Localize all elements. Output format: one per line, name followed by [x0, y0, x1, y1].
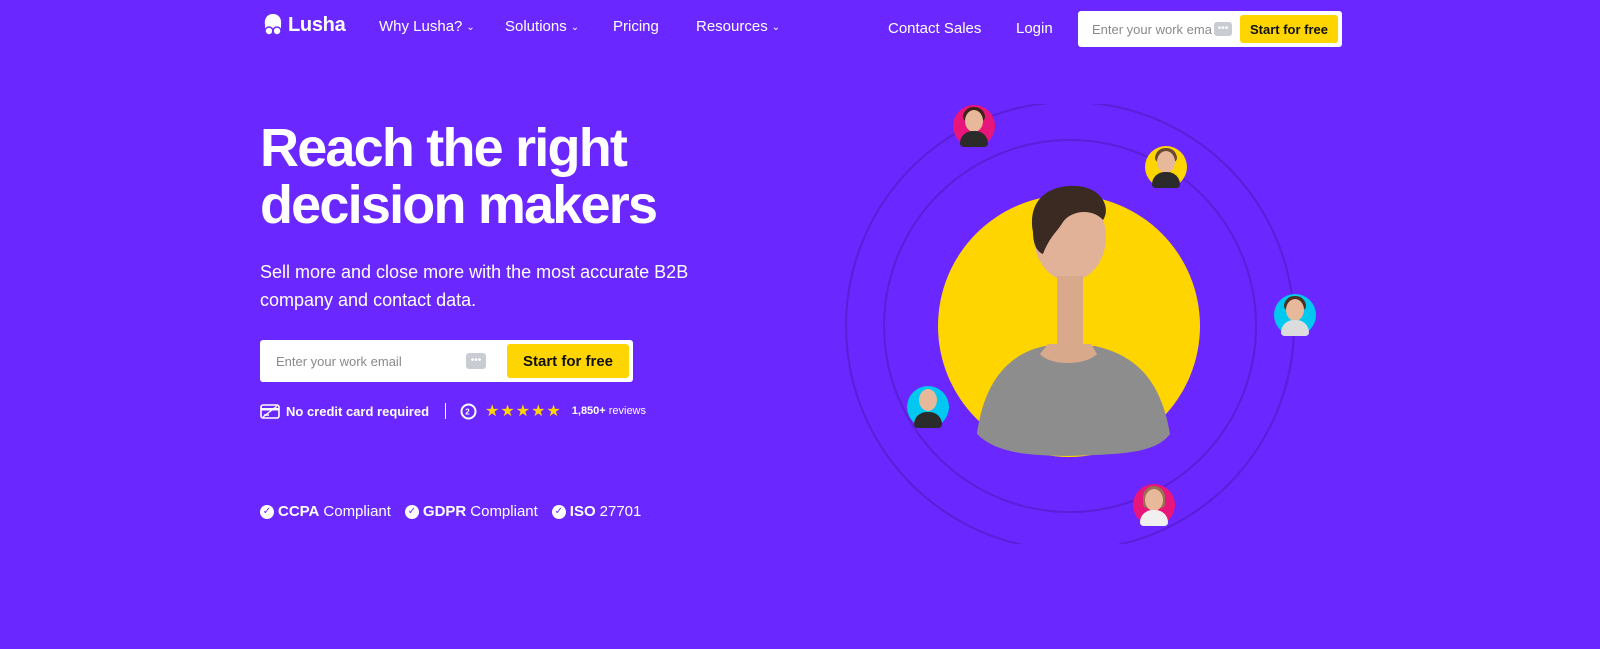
- top-nav: Lusha Why Lusha? ⌄ Solutions ⌄ Pricing R…: [0, 0, 1600, 58]
- contact-sales-link[interactable]: Contact Sales: [888, 20, 981, 37]
- headline-line-1: Reach the right: [260, 118, 628, 178]
- iso-rest: 27701: [599, 503, 642, 520]
- nav-resources-label: Resources: [696, 18, 768, 35]
- chevron-down-icon: ⌄: [771, 21, 781, 33]
- nav-pricing-label: Pricing: [613, 18, 659, 35]
- nav-solutions-label: Solutions: [505, 18, 567, 35]
- orbit-graphic: [845, 104, 1295, 544]
- check-circle-icon: ✓: [404, 504, 419, 519]
- hero-email-input[interactable]: [276, 353, 466, 369]
- hero-illustration: [845, 104, 1316, 544]
- nav-start-free-button[interactable]: Start for free: [1240, 15, 1338, 43]
- logo-text: Lusha: [288, 13, 346, 36]
- trust-row: No credit card required 2 ★★★★★ 1,850+ r…: [260, 401, 646, 421]
- ccpa-badge: ✓ CCPA Compliant: [260, 503, 391, 520]
- svg-text:2: 2: [465, 407, 470, 416]
- chevron-down-icon: ⌄: [570, 21, 580, 33]
- hero-signup-form: ••• Start for free: [260, 340, 633, 382]
- divider: [445, 403, 447, 419]
- gdpr-bold: GDPR: [422, 503, 467, 520]
- g2-logo-icon: 2: [460, 403, 477, 419]
- avatar-man-left: [907, 386, 949, 428]
- chevron-down-icon: ⌄: [466, 21, 475, 33]
- nav-resources[interactable]: Resources ⌄: [696, 18, 780, 35]
- nav-why-lusha[interactable]: Why Lusha? ⌄: [379, 18, 475, 35]
- compliance-badges: ✓ CCPA Compliant ✓ GDPR Compliant ✓ ISO …: [260, 503, 655, 520]
- login-link[interactable]: Login: [1016, 20, 1053, 37]
- ccpa-bold: CCPA: [278, 503, 320, 520]
- avatar-man-top-right: [1145, 146, 1187, 188]
- avatar-man-right: [1274, 294, 1316, 336]
- iso-badge: ✓ ISO 27701: [551, 503, 642, 520]
- nav-why-lusha-label: Why Lusha?: [379, 18, 463, 35]
- nav-email-input[interactable]: [1092, 21, 1212, 37]
- ccpa-rest: Compliant: [323, 503, 391, 520]
- avatar-woman-top: [953, 105, 995, 147]
- hero-headline: Reach the right decision makers: [260, 120, 740, 234]
- nav-signup-form: ••• Start for free: [1078, 11, 1342, 47]
- more-dots-icon: •••: [466, 353, 486, 369]
- avatar-woman-bottom: [1133, 484, 1175, 526]
- lusha-logo-icon: [264, 14, 282, 36]
- credit-card-icon: [260, 403, 280, 419]
- no-credit-card-text: No credit card required: [286, 403, 430, 419]
- reviews-count: 1,850+: [571, 405, 606, 417]
- lusha-logo[interactable]: Lusha: [262, 13, 346, 37]
- more-dots-icon: •••: [1214, 22, 1232, 36]
- headline-line-2: decision makers: [260, 175, 658, 235]
- check-circle-icon: ✓: [260, 504, 274, 519]
- iso-bold: ISO: [569, 503, 596, 520]
- nav-solutions[interactable]: Solutions ⌄: [505, 18, 579, 35]
- gdpr-rest: Compliant: [470, 503, 538, 520]
- check-circle-icon: ✓: [551, 504, 566, 519]
- reviews-word: reviews: [608, 405, 647, 417]
- rating-stars: ★★★★★: [485, 403, 562, 420]
- gdpr-badge: ✓ GDPR Compliant: [404, 503, 538, 520]
- hero-start-free-button[interactable]: Start for free: [507, 344, 629, 378]
- nav-pricing[interactable]: Pricing: [613, 18, 659, 35]
- hero-subhead: Sell more and close more with the most a…: [260, 262, 689, 310]
